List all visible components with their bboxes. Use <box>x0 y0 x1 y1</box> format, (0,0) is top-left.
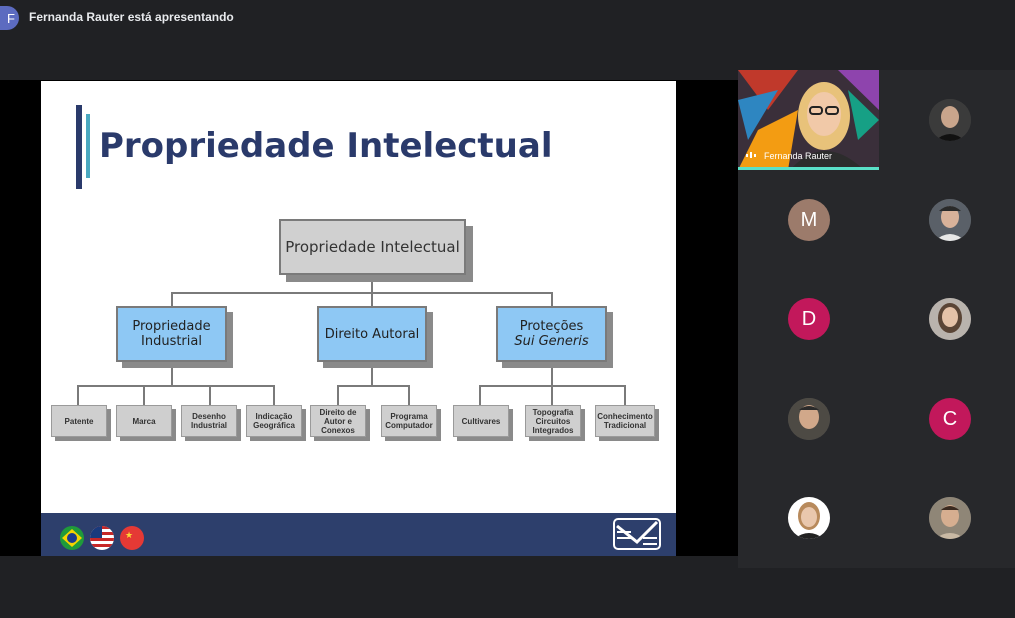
connector <box>371 362 373 386</box>
node-root: Propriedade Intelectual <box>279 219 466 275</box>
participant-avatar[interactable] <box>929 199 971 241</box>
connector <box>408 385 410 405</box>
node-conhecimento-tradicional: Conhecimento Tradicional <box>595 405 655 437</box>
connector <box>273 385 275 405</box>
connector <box>77 385 79 405</box>
connector <box>371 275 373 293</box>
participant-avatar-d[interactable]: D <box>788 298 830 340</box>
top-bar: F Fernanda Rauter está apresentando <box>0 0 1015 36</box>
node-indicacao-geografica: Indicação Geográfica <box>246 405 302 437</box>
node-programa-computador: Programa Computador <box>381 405 437 437</box>
node-marca: Marca <box>116 405 172 437</box>
node-label: Circuitos <box>535 416 571 426</box>
node-label: Proteções <box>519 319 584 334</box>
node-label: Direito de <box>319 407 357 417</box>
brazil-flag-icon <box>60 526 84 550</box>
node-label: Desenho <box>192 412 226 421</box>
node-label: Tradicional <box>603 421 647 430</box>
slide: Propriedade Intelectual Propriedade Inte… <box>41 81 676 556</box>
participant-avatar[interactable] <box>929 99 971 141</box>
participant-avatar[interactable] <box>929 298 971 340</box>
title-accent-bar-secondary <box>86 114 90 178</box>
node-label: Industrial <box>190 421 227 430</box>
svg-text:★: ★ <box>125 530 133 540</box>
connector <box>624 385 626 405</box>
connector <box>337 385 339 405</box>
node-label: Programa <box>390 412 428 421</box>
node-direito-autoral: Direito Autoral <box>317 306 427 362</box>
connector <box>77 385 275 387</box>
presenter-avatar[interactable]: F <box>0 6 19 30</box>
connector <box>171 292 553 294</box>
node-propriedade-industrial: Propriedade Industrial <box>116 306 227 362</box>
usa-flag-icon <box>90 526 114 550</box>
presenter-name-label: Fernanda Rauter <box>764 151 833 161</box>
connector <box>371 292 373 306</box>
node-label: Industrial <box>141 334 202 349</box>
node-label: Sui Generis <box>514 334 589 349</box>
connector <box>479 385 481 405</box>
audio-level-icon <box>746 152 756 158</box>
node-label: Conexos <box>321 425 355 435</box>
connector <box>551 385 553 405</box>
participant-avatar[interactable] <box>929 497 971 539</box>
node-cultivares: Cultivares <box>453 405 509 437</box>
participant-avatar-m[interactable]: M <box>788 199 830 241</box>
slide-title: Propriedade Intelectual <box>99 126 553 166</box>
node-label: Integrados <box>532 425 574 435</box>
connector <box>551 362 553 386</box>
connector <box>337 385 409 387</box>
node-label: Propriedade <box>132 319 211 334</box>
participant-avatar-c[interactable]: C <box>929 398 971 440</box>
connector <box>171 362 173 386</box>
node-label: Conhecimento <box>597 412 653 421</box>
node-desenho-industrial: Desenho Industrial <box>181 405 237 437</box>
connector <box>143 385 145 405</box>
connector <box>171 292 173 306</box>
participants-panel: Fernanda Rauter M D C <box>738 70 1015 568</box>
node-label: Geográfica <box>253 421 295 430</box>
presentation-stage: Propriedade Intelectual Propriedade Inte… <box>0 80 740 556</box>
bottom-bar <box>0 568 1015 618</box>
node-label: Indicação <box>255 412 293 421</box>
connector <box>209 385 211 405</box>
connector <box>551 292 553 306</box>
node-protecoes-sui-generis: Proteções Sui Generis <box>496 306 607 362</box>
title-accent-bar <box>76 105 82 189</box>
presenting-label: Fernanda Rauter está apresentando <box>29 10 234 24</box>
node-label: Autor e <box>324 416 352 426</box>
node-topografia: Topografia Circuitos Integrados <box>525 405 581 437</box>
node-direito-de-autor: Direito de Autor e Conexos <box>310 405 366 437</box>
institution-logo-icon <box>613 518 661 550</box>
participant-avatar[interactable] <box>788 398 830 440</box>
node-label: Computador <box>385 421 433 430</box>
slide-footer: ★ <box>41 513 676 556</box>
presenter-video-tile[interactable]: Fernanda Rauter <box>738 70 879 170</box>
node-label: Topografia <box>532 407 574 417</box>
china-flag-icon: ★ <box>120 526 144 550</box>
participant-avatar[interactable] <box>788 497 830 539</box>
node-patente: Patente <box>51 405 107 437</box>
